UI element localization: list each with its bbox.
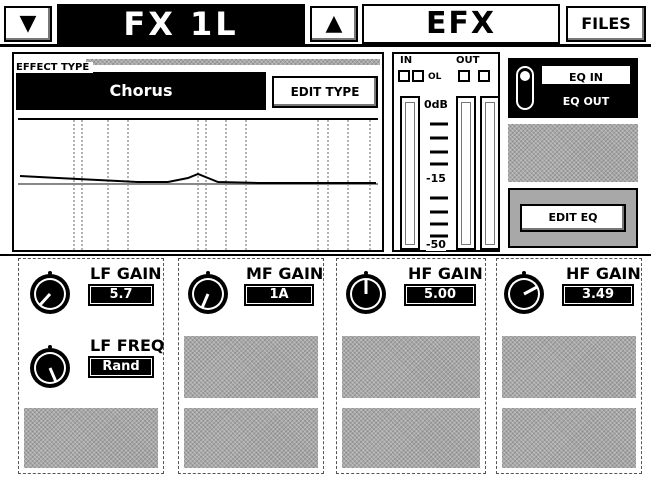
output-meter-left [456,96,476,250]
lf-freq-label: LF FREQ [90,336,165,355]
input-meter [400,96,420,250]
hf-gain-value[interactable]: 5.00 [404,284,476,306]
mf-gain-value[interactable]: 1A [244,284,314,306]
effect-type-label: EFFECT TYPE [16,55,380,73]
eq-in-option[interactable]: EQ IN [542,66,630,84]
overload-indicator-in-2 [412,70,424,82]
param-slot-3-3 [342,408,480,468]
channel-title: FX 1L [57,4,305,44]
overload-indicator-out-1 [458,70,470,82]
hf-gain-2-value[interactable]: 3.49 [562,284,634,306]
eq-out-option[interactable]: EQ OUT [542,90,630,108]
in-label: IN [400,55,413,66]
hf-gain-2-label: HF GAIN [566,264,641,283]
hf-gain-2-knob[interactable] [500,270,548,318]
up-button[interactable]: ▲ [310,6,358,42]
lf-gain-label: LF GAIN [90,264,162,283]
knob-icon [30,345,70,388]
param-slot-2-2 [184,336,318,398]
label-fill [86,59,380,65]
out-label: OUT [456,55,480,66]
chevron-down-icon: ▼ [19,11,37,36]
edit-eq-frame: EDIT EQ [508,188,638,248]
param-area-border [0,254,651,256]
knob-icon [504,271,544,314]
lf-gain-value[interactable]: 5.7 [88,284,154,306]
edit-type-button[interactable]: EDIT TYPE [272,76,378,108]
eq-toggle[interactable]: EQ IN EQ OUT [508,58,638,118]
toggle-switch-icon [516,66,534,110]
hf-gain-knob[interactable] [342,270,390,318]
files-button[interactable]: FILES [566,6,646,42]
triangle-up-icon: ▲ [325,11,343,36]
prev-channel-button[interactable]: ▼ [4,6,52,42]
param-slot-2-3 [184,408,318,468]
meter-scale-50: -50 [426,238,446,251]
mf-gain-knob[interactable] [184,270,232,318]
eq-display-placeholder [508,124,638,182]
knob-icon [188,271,228,314]
overload-indicator-out-2 [478,70,490,82]
output-meter-right [480,96,500,250]
effect-graph [18,118,378,252]
lf-freq-knob[interactable] [26,344,74,392]
meter-scale-15: -15 [426,172,446,185]
effect-curve-svg [18,120,378,252]
edit-eq-button[interactable]: EDIT EQ [520,204,626,232]
param-slot-3-2 [342,336,480,398]
param-slot-1-3 [24,408,158,468]
lf-gain-knob[interactable] [26,270,74,318]
meter-scale-0db: 0dB [424,98,448,111]
param-slot-4-2 [502,336,636,398]
overload-indicator-in-1 [398,70,410,82]
effect-type-select[interactable]: Chorus [16,72,266,110]
mode-title: EFX [362,4,560,44]
hf-gain-label: HF GAIN [408,264,483,283]
param-slot-4-3 [502,408,636,468]
knob-icon [30,271,70,314]
ol-label: OL [428,72,442,82]
knob-icon [346,271,386,314]
mf-gain-label: MF GAIN [246,264,324,283]
lf-freq-value[interactable]: Rand [88,356,154,378]
